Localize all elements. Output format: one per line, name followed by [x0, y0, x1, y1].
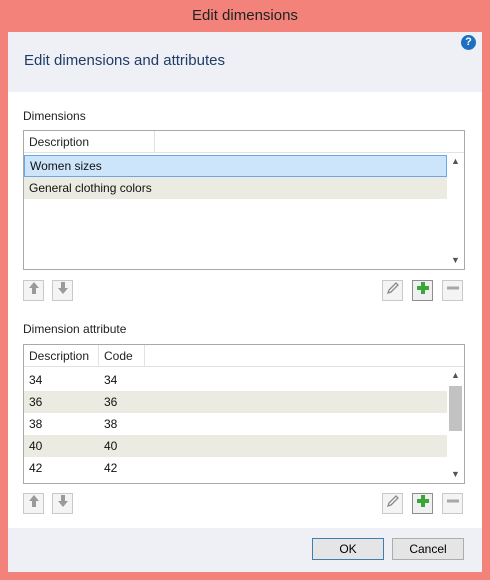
move-up-button[interactable]	[23, 280, 44, 301]
dimension-attribute-label: Dimension attribute	[23, 322, 127, 336]
table-row[interactable]: 40 40	[24, 435, 447, 457]
scroll-down-icon[interactable]: ▼	[447, 252, 464, 269]
down-arrow-icon	[57, 495, 68, 507]
scroll-up-icon[interactable]: ▲	[447, 367, 464, 384]
up-arrow-icon	[28, 282, 39, 294]
dialog-header: Edit dimensions and attributes ?	[8, 32, 482, 92]
cell-code: 40	[104, 439, 118, 453]
dialog-window: Edit dimensions Edit dimensions and attr…	[0, 0, 490, 580]
down-arrow-icon	[57, 282, 68, 294]
cell-description: General clothing colors	[29, 181, 152, 195]
scroll-up-icon[interactable]: ▲	[447, 153, 464, 170]
dialog-client: Edit dimensions and attributes ? Dimensi…	[8, 32, 482, 572]
cell-description: 38	[29, 417, 43, 431]
remove-button[interactable]	[442, 280, 463, 301]
attributes-grid[interactable]: Description Code 34 34 36 36 38 38 40 40…	[23, 344, 465, 484]
cell-code: 38	[104, 417, 118, 431]
dialog-footer: OK Cancel	[8, 528, 482, 572]
cell-code: 34	[104, 373, 118, 387]
move-down-button[interactable]	[52, 493, 73, 514]
cell-description: 40	[29, 439, 43, 453]
add-button[interactable]	[412, 493, 433, 514]
pencil-icon	[386, 495, 399, 508]
window-title: Edit dimensions	[192, 7, 298, 24]
cell-code: 36	[104, 395, 118, 409]
edit-button[interactable]	[382, 280, 403, 301]
column-header-description[interactable]: Description	[24, 131, 155, 153]
table-row[interactable]: Women sizes	[24, 155, 447, 177]
help-icon[interactable]: ?	[461, 35, 476, 50]
cell-description: Women sizes	[30, 159, 102, 173]
remove-button[interactable]	[442, 493, 463, 514]
table-row[interactable]: 42 42	[24, 457, 447, 481]
cancel-button[interactable]: Cancel	[392, 538, 464, 560]
scroll-thumb[interactable]	[449, 386, 462, 431]
minus-icon	[446, 286, 459, 290]
pencil-icon	[386, 282, 399, 295]
column-header-code[interactable]: Code	[99, 345, 145, 367]
table-row[interactable]: 36 36	[24, 391, 447, 413]
cell-description: 34	[29, 373, 43, 387]
cell-description: 36	[29, 395, 43, 409]
ok-button[interactable]: OK	[312, 538, 384, 560]
dimensions-label: Dimensions	[23, 109, 86, 123]
cell-code: 42	[104, 461, 118, 475]
table-row[interactable]: General clothing colors	[24, 177, 447, 199]
plus-icon	[416, 282, 429, 294]
scroll-down-icon[interactable]: ▼	[447, 466, 464, 483]
edit-button[interactable]	[382, 493, 403, 514]
dimensions-scrollbar[interactable]: ▲ ▼	[447, 153, 464, 269]
cell-description: 42	[29, 461, 43, 475]
minus-icon	[446, 499, 459, 503]
table-row[interactable]: 38 38	[24, 413, 447, 435]
column-header-description[interactable]: Description	[24, 345, 99, 367]
page-title: Edit dimensions and attributes	[24, 52, 225, 69]
up-arrow-icon	[28, 495, 39, 507]
dimensions-grid[interactable]: Description Women sizes General clothing…	[23, 130, 465, 270]
dimensions-grid-header: Description	[24, 131, 464, 153]
plus-icon	[416, 495, 429, 507]
table-row[interactable]: 34 34	[24, 369, 447, 391]
attributes-scrollbar[interactable]: ▲ ▼	[447, 367, 464, 483]
move-up-button[interactable]	[23, 493, 44, 514]
attributes-grid-header: Description Code	[24, 345, 464, 367]
move-down-button[interactable]	[52, 280, 73, 301]
add-button[interactable]	[412, 280, 433, 301]
